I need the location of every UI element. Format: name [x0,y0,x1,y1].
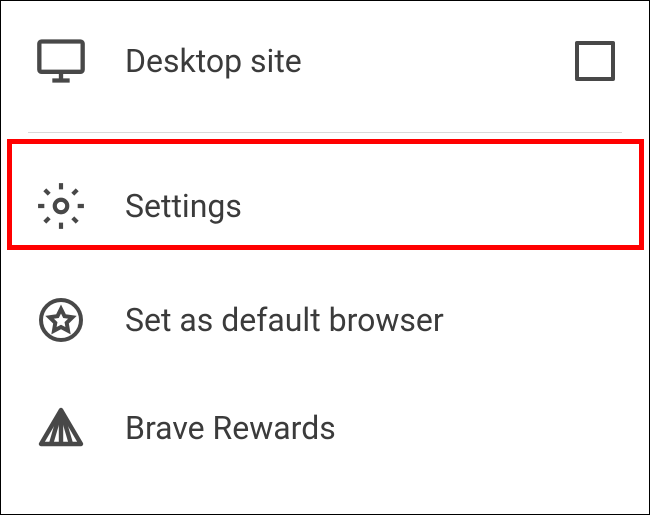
menu-divider [28,132,622,133]
menu-item-label: Set as default browser [125,301,615,339]
gear-icon [35,180,87,232]
menu-item-brave-rewards[interactable]: Brave Rewards [1,374,649,482]
menu-item-label: Brave Rewards [125,409,615,447]
menu-item-default-browser[interactable]: Set as default browser [1,266,649,374]
menu-item-label: Desktop site [125,42,537,80]
menu-item-settings[interactable]: Settings [1,146,649,266]
menu-item-label: Settings [125,187,615,225]
star-circle-icon [35,294,87,346]
desktop-icon [35,35,87,87]
desktop-site-checkbox[interactable] [575,41,615,81]
brave-rewards-icon [35,402,87,454]
menu-item-desktop-site[interactable]: Desktop site [1,1,649,111]
